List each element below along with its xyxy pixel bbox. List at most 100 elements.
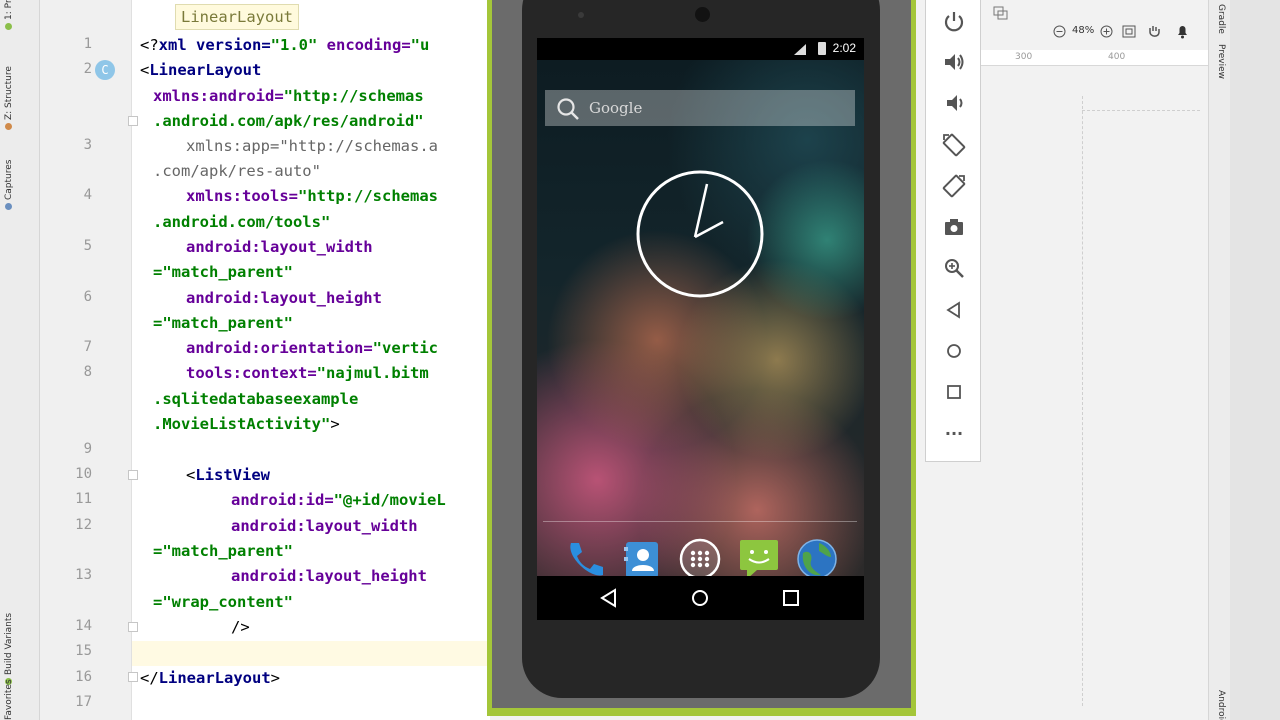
fold-marker-icon[interactable]	[128, 116, 138, 126]
code-line: android:orientation="vertic	[186, 336, 438, 361]
line-number: 17	[75, 694, 92, 710]
code-token: ="wrap_content"	[153, 593, 293, 611]
zoom-icon[interactable]	[941, 255, 967, 281]
ruler-label: 400	[1108, 52, 1126, 62]
zoom-out-icon[interactable]	[1053, 25, 1066, 38]
code-line: ="match_parent"	[153, 311, 293, 336]
home-icon[interactable]	[941, 338, 967, 364]
code-line: android:layout_height	[186, 286, 382, 311]
line-number: 7	[83, 339, 92, 355]
code-token: "http://schemas	[298, 187, 438, 205]
code-token: "http://schemas	[283, 87, 424, 105]
tab-android-model[interactable]: Android Model	[1216, 690, 1226, 720]
code-line: />	[231, 615, 250, 640]
tab-build-variants-label: Build Variants	[4, 612, 14, 675]
status-bar: 2:02	[537, 38, 864, 60]
tab-favorites[interactable]: Favorites	[4, 679, 14, 720]
hotseat-divider	[543, 521, 857, 522]
line-number: 2	[83, 61, 92, 77]
line-number: 16	[75, 669, 92, 685]
front-camera	[695, 7, 710, 22]
tab-structure[interactable]: Z: Structure	[4, 66, 14, 130]
tab-preview[interactable]: Preview	[1216, 44, 1226, 79]
code-line: <LinearLayout	[140, 58, 261, 83]
volume-down-icon[interactable]	[941, 90, 967, 116]
code-line: android:layout_height	[231, 564, 427, 589]
code-line: android:layout_width	[186, 235, 373, 260]
gutter-line: 1	[40, 33, 132, 58]
home-wallpaper: Google	[537, 60, 864, 580]
line-number-gutter: 1 2C 3 4 5 6 7 8 9 10 11 12 13 14 15 16 …	[40, 0, 132, 720]
analog-clock-widget[interactable]	[635, 169, 765, 299]
camera-icon[interactable]	[941, 214, 967, 240]
code-token: tools	[186, 364, 233, 382]
right-tool-strip: Gradle Preview Android Model	[1208, 0, 1230, 720]
power-icon[interactable]	[941, 8, 967, 34]
back-icon[interactable]	[941, 297, 967, 323]
home-icon[interactable]	[688, 586, 712, 610]
gutter-line: 13	[40, 564, 132, 589]
overview-icon[interactable]	[941, 379, 967, 405]
code-token: LinearLayout	[149, 61, 262, 79]
code-line: xmlns:tools="http://schemas	[186, 184, 438, 209]
code-token: =	[307, 364, 317, 382]
tab-gradle[interactable]: Gradle	[1216, 4, 1226, 34]
more-icon[interactable]: ...	[941, 420, 967, 446]
code-token: :orientation	[251, 339, 364, 357]
structure-icon	[5, 123, 12, 130]
line-number: 15	[75, 643, 92, 659]
fold-marker-icon[interactable]	[128, 672, 138, 682]
app-drawer-icon[interactable]	[678, 537, 722, 581]
code-token: "u	[410, 36, 430, 54]
notification-bell-icon[interactable]	[1176, 24, 1189, 39]
code-token: .android.com/tools"	[153, 213, 331, 231]
volume-up-icon[interactable]	[941, 49, 967, 75]
tab-project-label: 1: Project	[4, 0, 14, 20]
phone-screen[interactable]: 2:02 Google	[537, 38, 864, 620]
layout-guide-line	[1082, 96, 1083, 706]
back-icon[interactable]	[597, 586, 621, 610]
tab-project[interactable]: 1: Project	[4, 0, 14, 30]
code-token: android	[231, 567, 297, 585]
layout-preview-panel: 48% 300 400	[981, 0, 1208, 720]
code-token: android	[231, 517, 297, 535]
contacts-icon[interactable]	[620, 537, 664, 581]
tab-captures[interactable]: Captures	[4, 160, 14, 210]
phone-icon[interactable]	[561, 537, 605, 581]
code-text[interactable]: <?xml version="1.0" encoding="u <LinearL…	[140, 0, 490, 720]
fold-marker-icon[interactable]	[128, 470, 138, 480]
code-line: <ListView	[186, 463, 270, 488]
code-token: .MovieListActivity"	[153, 415, 331, 433]
rotate-right-icon[interactable]	[941, 173, 967, 199]
pan-hand-icon[interactable]	[1147, 24, 1161, 39]
zoom-in-icon[interactable]	[1100, 25, 1113, 38]
gutter-line: 2C	[40, 58, 132, 83]
code-token: android	[186, 339, 252, 357]
zoom-fit-icon[interactable]	[1122, 25, 1136, 38]
code-token: </	[140, 669, 159, 687]
gutter-line: 14	[40, 615, 132, 640]
code-line: .com/apk/res-auto"	[153, 159, 321, 184]
browser-icon[interactable]	[795, 537, 839, 581]
messaging-icon[interactable]	[737, 537, 781, 581]
gutter-line: 10	[40, 463, 132, 488]
code-line: .android.com/tools"	[153, 210, 330, 235]
tab-build-variants[interactable]: Build Variants	[4, 613, 14, 685]
device-icon[interactable]	[993, 6, 1009, 20]
recents-icon[interactable]	[779, 586, 803, 610]
google-search-bar[interactable]: Google	[545, 90, 855, 126]
rotate-left-icon[interactable]	[941, 132, 967, 158]
code-line: .MovieListActivity">	[153, 412, 340, 437]
line-number: 14	[75, 618, 92, 634]
code-token: tools	[242, 187, 289, 205]
gutter-line: 9	[40, 438, 132, 463]
code-editor[interactable]: 1 2C 3 4 5 6 7 8 9 10 11 12 13 14 15 16 …	[40, 0, 490, 720]
class-marker-icon[interactable]: C	[95, 60, 115, 80]
code-token: :context	[232, 364, 308, 382]
code-token: "1.0"	[270, 36, 318, 54]
gutter-line: 5	[40, 235, 132, 260]
navigation-bar	[537, 576, 864, 620]
fold-marker-icon[interactable]	[128, 622, 138, 632]
code-token: xmlns:	[153, 87, 209, 105]
code-token: =	[274, 87, 284, 105]
